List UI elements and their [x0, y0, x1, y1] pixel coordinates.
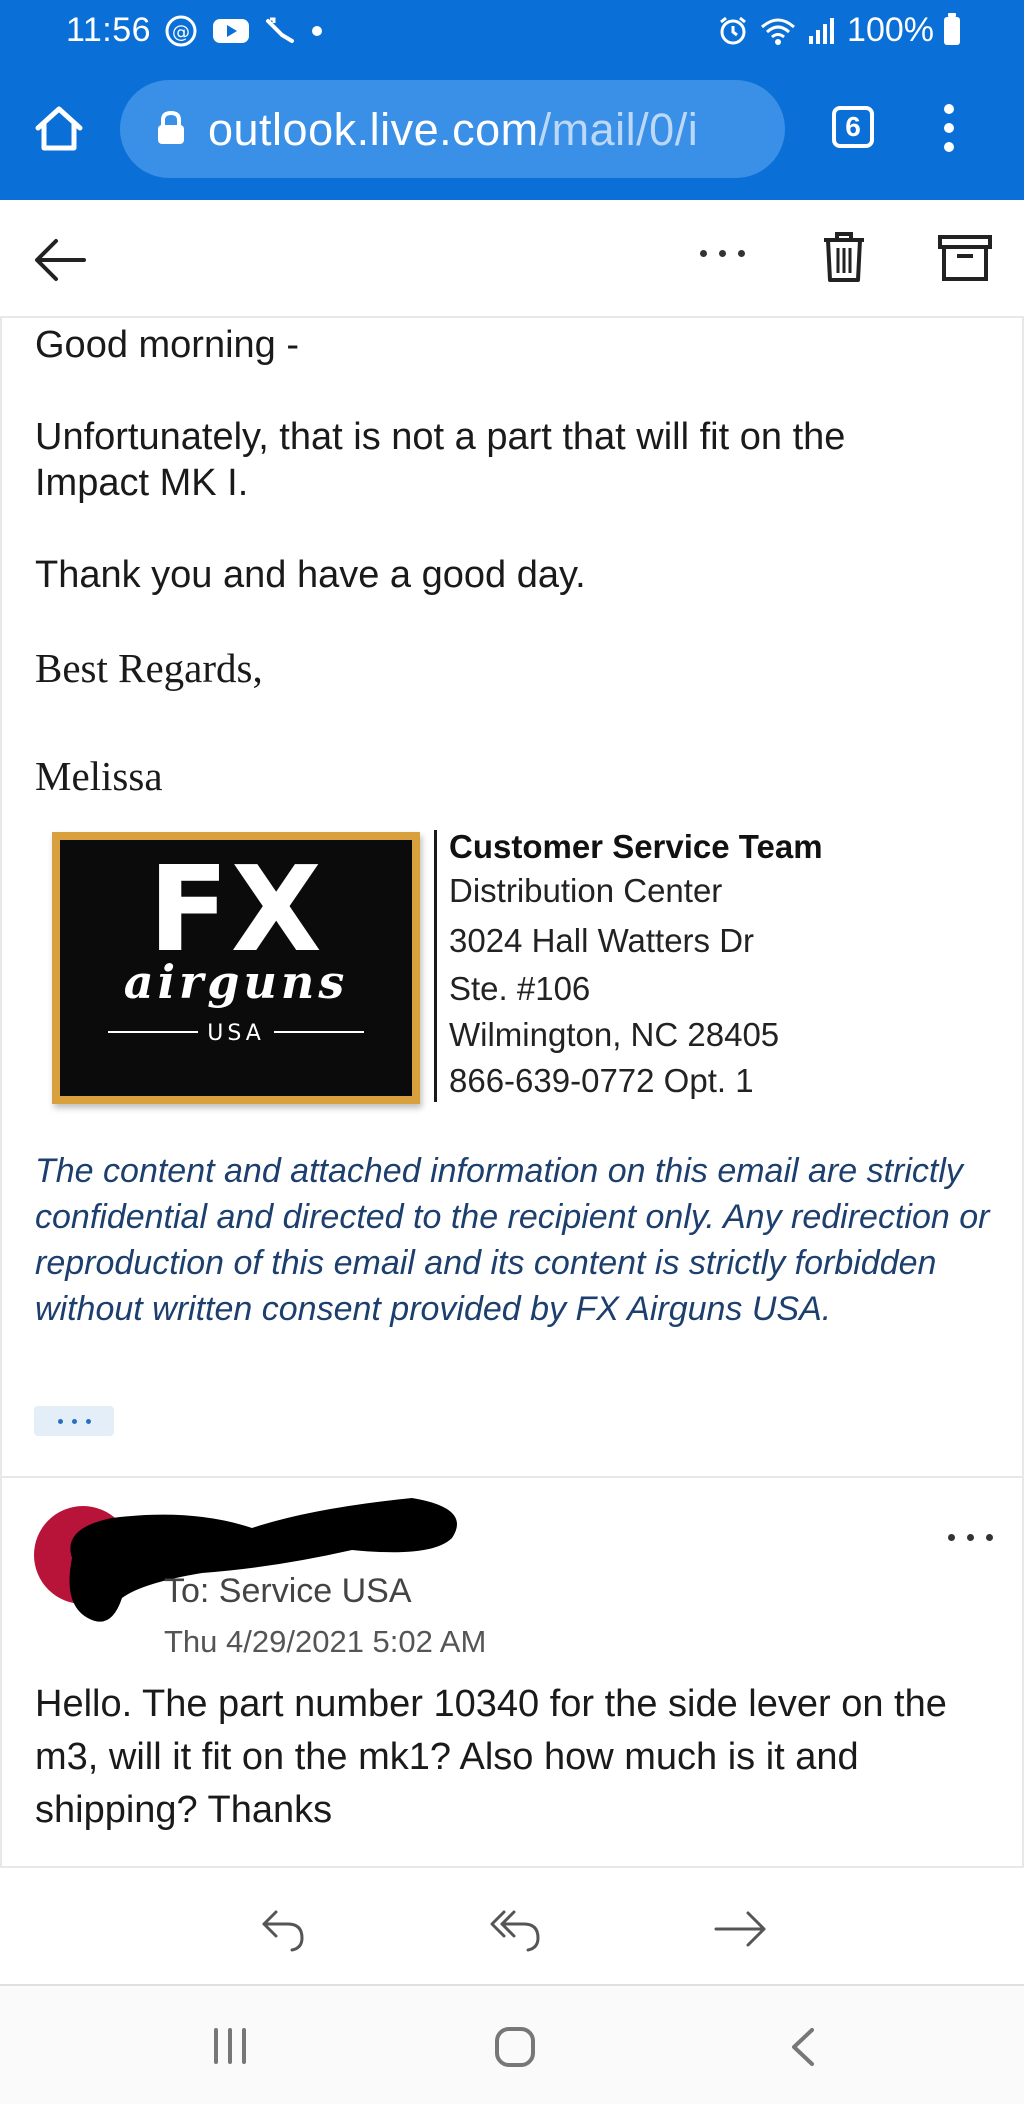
battery-percent: 100% [847, 11, 934, 49]
signature-suite: Ste. #106 [449, 970, 591, 1007]
wifi-icon [761, 18, 796, 45]
trash-icon [824, 232, 864, 282]
logo-airguns-text: airguns [124, 955, 348, 1009]
signature-city: Wilmington, NC 28405 [449, 1016, 780, 1053]
sender-name: Melissa [35, 753, 163, 799]
previous-message-body: Hello. The part number 10340 for the sid… [35, 1683, 947, 1831]
youtube-icon [213, 19, 249, 43]
show-quoted-text-button[interactable] [34, 1406, 114, 1436]
system-back-button[interactable] [788, 2026, 818, 2073]
status-right: 100% [717, 11, 960, 50]
back-arrow-icon [35, 239, 86, 281]
system-nav-bar [0, 1986, 1024, 2104]
previous-message[interactable]: To: Service USA Thu 4/29/2021 5:02 AM He… [0, 1478, 1024, 1866]
redaction-scribble [69, 1498, 457, 1622]
url-bar[interactable]: outlook.live.com/mail/0/i [120, 80, 785, 178]
home-icon [35, 106, 83, 151]
logo-usa-text: USA [207, 1021, 265, 1046]
chevron-left-icon [792, 2028, 814, 2066]
kebab-menu-icon[interactable] [944, 104, 954, 152]
status-time: 11:56 [66, 11, 152, 49]
signature-street: 3024 Hall Watters Dr [449, 922, 755, 959]
closing: Best Regards, [35, 645, 263, 691]
email-message: Good morning - Unfortunately, that is no… [0, 318, 1024, 1478]
confidentiality-disclaimer: The content and attached information on … [35, 1152, 990, 1328]
signature-dept: Distribution Center [449, 872, 723, 909]
url-path: /mail/0/i [538, 104, 699, 155]
url-host: outlook.live.com [208, 104, 539, 155]
home-circle-icon [495, 2027, 535, 2067]
signature-phone: 866-639-0772 Opt. 1 [449, 1062, 754, 1099]
body-line-1: Unfortunately, that is not a part that w… [35, 416, 846, 458]
greeting: Good morning - [35, 324, 300, 366]
recipient-line: To: Service USA [164, 1572, 412, 1610]
body-line-2: Impact MK I. [35, 462, 249, 504]
url-text: outlook.live.com/mail/0/i [208, 104, 768, 156]
recent-apps-icon [214, 2028, 246, 2064]
tabs-button[interactable]: 6 [832, 106, 874, 148]
archive-icon [938, 235, 992, 281]
home-button[interactable] [34, 106, 84, 157]
forward-button[interactable] [712, 1904, 768, 1959]
reply-all-button[interactable] [488, 1904, 544, 1959]
reply-icon [262, 1910, 304, 1952]
system-home-button[interactable] [494, 2026, 536, 2073]
thanks-line: Thank you and have a good day. [35, 554, 586, 596]
notification-dot-icon [312, 26, 322, 36]
fx-airguns-logo: FX airguns USA [52, 832, 420, 1104]
missed-call-icon [266, 17, 294, 43]
logo-graphic: FX airguns USA [60, 840, 412, 1096]
recent-apps-button[interactable] [210, 2026, 250, 2071]
status-icons-left: @ [164, 14, 324, 48]
mail-toolbar [0, 200, 1024, 318]
message-more-icon[interactable] [948, 1534, 993, 1541]
reply-bar [0, 1866, 1024, 1986]
signal-icon [809, 17, 835, 44]
reply-button[interactable] [258, 1904, 308, 1959]
signature-team: Customer Service Team [449, 828, 823, 865]
archive-button[interactable] [938, 234, 992, 287]
battery-icon [944, 12, 960, 45]
svg-text:@: @ [172, 22, 190, 43]
reply-all-icon [490, 1910, 540, 1952]
lock-icon [158, 110, 184, 144]
threads-icon: @ [165, 15, 197, 47]
message-date: Thu 4/29/2021 5:02 AM [164, 1624, 487, 1659]
tab-count: 6 [845, 111, 861, 142]
status-bar: 11:56 @ 100% [0, 0, 1024, 64]
delete-button[interactable] [822, 230, 866, 289]
alarm-icon [720, 16, 746, 44]
more-horizontal-icon[interactable] [700, 250, 745, 257]
signature-divider [434, 830, 437, 1102]
forward-icon [714, 1911, 766, 1947]
back-button[interactable] [32, 232, 88, 293]
